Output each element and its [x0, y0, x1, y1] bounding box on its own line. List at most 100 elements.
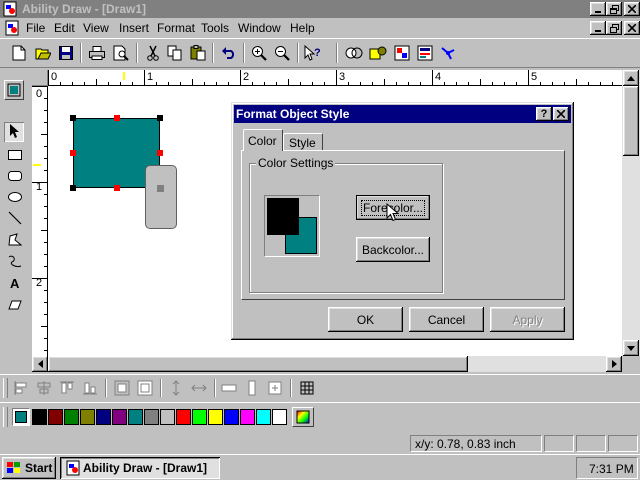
doc-minimize-button[interactable]: [590, 21, 606, 35]
tool-rounded-rectangle[interactable]: [4, 165, 26, 187]
tool-select[interactable]: [4, 122, 24, 142]
space-horizontal-button[interactable]: [188, 377, 210, 399]
insert-chart-button[interactable]: [414, 42, 436, 64]
palette-color-swatch[interactable]: [128, 409, 143, 425]
tool-freehand[interactable]: [4, 250, 26, 272]
view-toggle-button[interactable]: [4, 80, 24, 100]
scroll-left-button[interactable]: [32, 356, 48, 372]
send-backward-button[interactable]: [134, 377, 156, 399]
print-preview-button[interactable]: [110, 42, 132, 64]
open-button[interactable]: [32, 42, 54, 64]
backcolor-button[interactable]: Backcolor...: [356, 237, 430, 262]
selection-handle[interactable]: [157, 115, 163, 121]
selection-handle[interactable]: [114, 115, 120, 121]
palette-color-swatch[interactable]: [64, 409, 79, 425]
selection-handle[interactable]: [157, 150, 163, 156]
dialog-close-button[interactable]: [553, 107, 569, 121]
copy-button[interactable]: [164, 42, 186, 64]
selection-handle[interactable]: [70, 150, 76, 156]
paste-button[interactable]: [187, 42, 209, 64]
close-button[interactable]: [624, 2, 640, 16]
start-button[interactable]: Start: [2, 457, 56, 479]
menu-file[interactable]: File: [26, 21, 45, 35]
minimize-button[interactable]: [590, 2, 606, 16]
same-height-button[interactable]: [241, 377, 263, 399]
custom-color-button[interactable]: [292, 407, 314, 427]
dialog-title-bar[interactable]: Format Object Style ?: [234, 105, 571, 123]
taskbar-task-ability-draw[interactable]: Ability Draw - [Draw1]: [60, 457, 220, 479]
undo-button[interactable]: [218, 42, 240, 64]
horizontal-scrollbar[interactable]: [32, 356, 622, 372]
tool-text[interactable]: A: [4, 272, 26, 294]
selection-handle[interactable]: [70, 115, 76, 121]
palette-color-swatch[interactable]: [224, 409, 239, 425]
selection-handle[interactable]: [114, 185, 120, 191]
dialog-help-button[interactable]: ?: [536, 107, 552, 121]
palette-color-swatch[interactable]: [96, 409, 111, 425]
palette-color-swatch[interactable]: [112, 409, 127, 425]
palette-color-swatch[interactable]: [240, 409, 255, 425]
tool-eraser[interactable]: [4, 294, 26, 316]
app-title-bar[interactable]: Ability Draw - [Draw1]: [0, 0, 640, 18]
tab-color[interactable]: Color: [243, 129, 283, 151]
selection-handle[interactable]: [157, 185, 164, 192]
vertical-scrollbar[interactable]: [622, 70, 640, 356]
bring-forward-button[interactable]: [111, 377, 133, 399]
clipart-button[interactable]: [367, 42, 389, 64]
space-vertical-button[interactable]: [165, 377, 187, 399]
connector-button[interactable]: [437, 42, 459, 64]
align-bottom-button[interactable]: [79, 377, 101, 399]
align-top-button[interactable]: [56, 377, 78, 399]
menu-window[interactable]: Window: [238, 21, 281, 35]
zoom-out-button[interactable]: [271, 42, 293, 64]
palette-color-swatch[interactable]: [192, 409, 207, 425]
palette-color-swatch[interactable]: [208, 409, 223, 425]
context-help-button[interactable]: ?: [302, 42, 324, 64]
palette-color-swatch[interactable]: [160, 409, 175, 425]
palette-color-swatch[interactable]: [48, 409, 63, 425]
insert-picture-button[interactable]: [391, 42, 413, 64]
clock[interactable]: 7:31 PM: [589, 462, 634, 476]
palette-color-swatch[interactable]: [80, 409, 95, 425]
cut-button[interactable]: [142, 42, 164, 64]
grid-button[interactable]: [296, 377, 318, 399]
doc-close-button[interactable]: [624, 21, 640, 35]
app-icon[interactable]: [2, 1, 18, 17]
tool-polygon[interactable]: [4, 229, 26, 251]
ok-button[interactable]: OK: [328, 307, 403, 332]
scroll-up-button[interactable]: [623, 70, 639, 86]
same-width-button[interactable]: [218, 377, 240, 399]
zoom-in-button[interactable]: [248, 42, 270, 64]
selection-handle[interactable]: [70, 185, 76, 191]
menu-view[interactable]: View: [83, 21, 109, 35]
same-size-button[interactable]: [264, 377, 286, 399]
menu-insert[interactable]: Insert: [119, 21, 149, 35]
apply-button[interactable]: Apply: [490, 307, 565, 332]
menu-edit[interactable]: Edit: [54, 21, 75, 35]
scroll-thumb[interactable]: [48, 356, 468, 372]
palette-color-swatch[interactable]: [144, 409, 159, 425]
save-button[interactable]: [55, 42, 77, 64]
palette-color-swatch[interactable]: [272, 409, 287, 425]
doc-restore-button[interactable]: [606, 21, 622, 35]
tool-line[interactable]: [4, 207, 26, 229]
menu-tools[interactable]: Tools: [201, 21, 229, 35]
tool-ellipse[interactable]: [4, 186, 26, 208]
tab-style[interactable]: Style: [283, 133, 323, 151]
gallery-button[interactable]: [343, 42, 365, 64]
current-color-indicator[interactable]: [12, 408, 30, 426]
menu-format[interactable]: Format: [157, 21, 195, 35]
new-button[interactable]: [8, 42, 30, 64]
scroll-thumb[interactable]: [623, 86, 639, 156]
cancel-button[interactable]: Cancel: [409, 307, 484, 332]
align-center-button[interactable]: [33, 377, 55, 399]
tool-rectangle[interactable]: [4, 144, 26, 166]
menu-help[interactable]: Help: [290, 21, 315, 35]
scroll-right-button[interactable]: [606, 356, 622, 372]
palette-color-swatch[interactable]: [176, 409, 191, 425]
document-icon[interactable]: [4, 20, 20, 36]
print-button[interactable]: [86, 42, 108, 64]
restore-button[interactable]: [606, 2, 622, 16]
palette-color-swatch[interactable]: [32, 409, 47, 425]
scroll-down-button[interactable]: [623, 340, 639, 356]
